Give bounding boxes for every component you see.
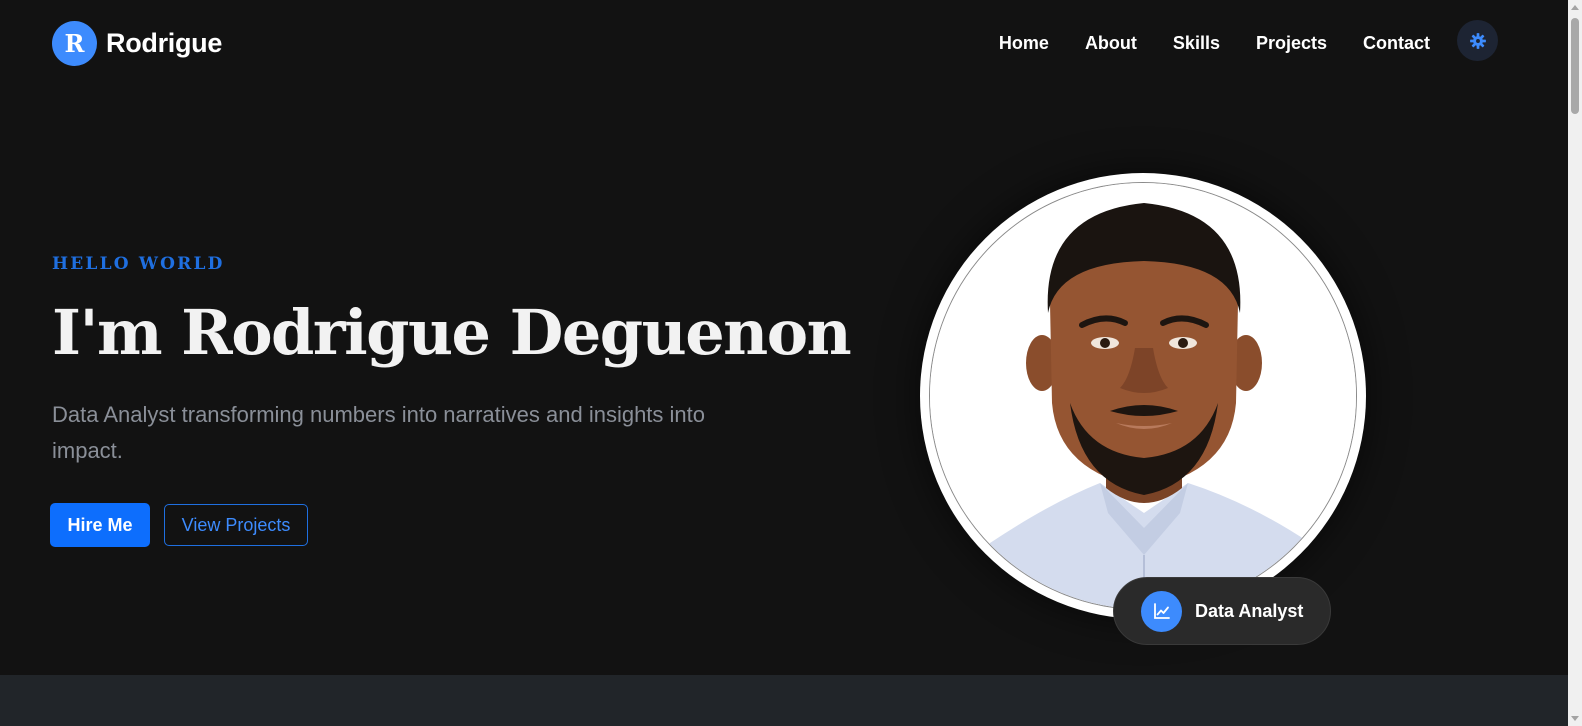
- hero-tagline: Data Analyst transforming numbers into n…: [52, 402, 705, 463]
- nav-link-contact[interactable]: Contact: [1363, 31, 1430, 55]
- navbar: R Rodrigue Home About Skills Projects Co…: [0, 0, 1568, 88]
- gear-icon: [1469, 32, 1486, 49]
- nav-link-projects[interactable]: Projects: [1256, 31, 1327, 55]
- nav-link-skills[interactable]: Skills: [1173, 31, 1220, 55]
- next-section: [0, 675, 1568, 726]
- page: R Rodrigue Home About Skills Projects Co…: [0, 0, 1568, 726]
- role-badge-label: Data Analyst: [1195, 600, 1304, 621]
- profile-photo-frame: [920, 173, 1366, 619]
- page-scrollbar[interactable]: [1568, 0, 1582, 726]
- nav-link-home[interactable]: Home: [999, 31, 1049, 55]
- profile-portrait-illustration: [930, 183, 1356, 609]
- nav-link-about[interactable]: About: [1085, 31, 1137, 55]
- hire-me-button[interactable]: Hire Me: [50, 503, 150, 547]
- profile-photo: [929, 182, 1357, 610]
- scroll-down-arrow-icon[interactable]: [1571, 716, 1579, 721]
- scroll-up-arrow-icon[interactable]: [1571, 5, 1579, 10]
- nav-links: Home About Skills Projects Contact: [963, 31, 1430, 55]
- hero-headline: I'm Rodrigue Deguenon: [52, 296, 852, 369]
- brand-logo-link[interactable]: R Rodrigue: [52, 21, 222, 66]
- view-projects-button[interactable]: View Projects: [164, 504, 308, 546]
- theme-toggle-button[interactable]: [1457, 20, 1498, 61]
- scrollbar-thumb[interactable]: [1571, 18, 1579, 114]
- role-badge: Data Analyst: [1113, 577, 1331, 645]
- chart-line-icon: [1141, 590, 1182, 632]
- hero-eyebrow: HELLO WORLD: [52, 254, 225, 274]
- brand-badge: R: [52, 21, 97, 66]
- brand-name: Rodrigue: [106, 28, 223, 58]
